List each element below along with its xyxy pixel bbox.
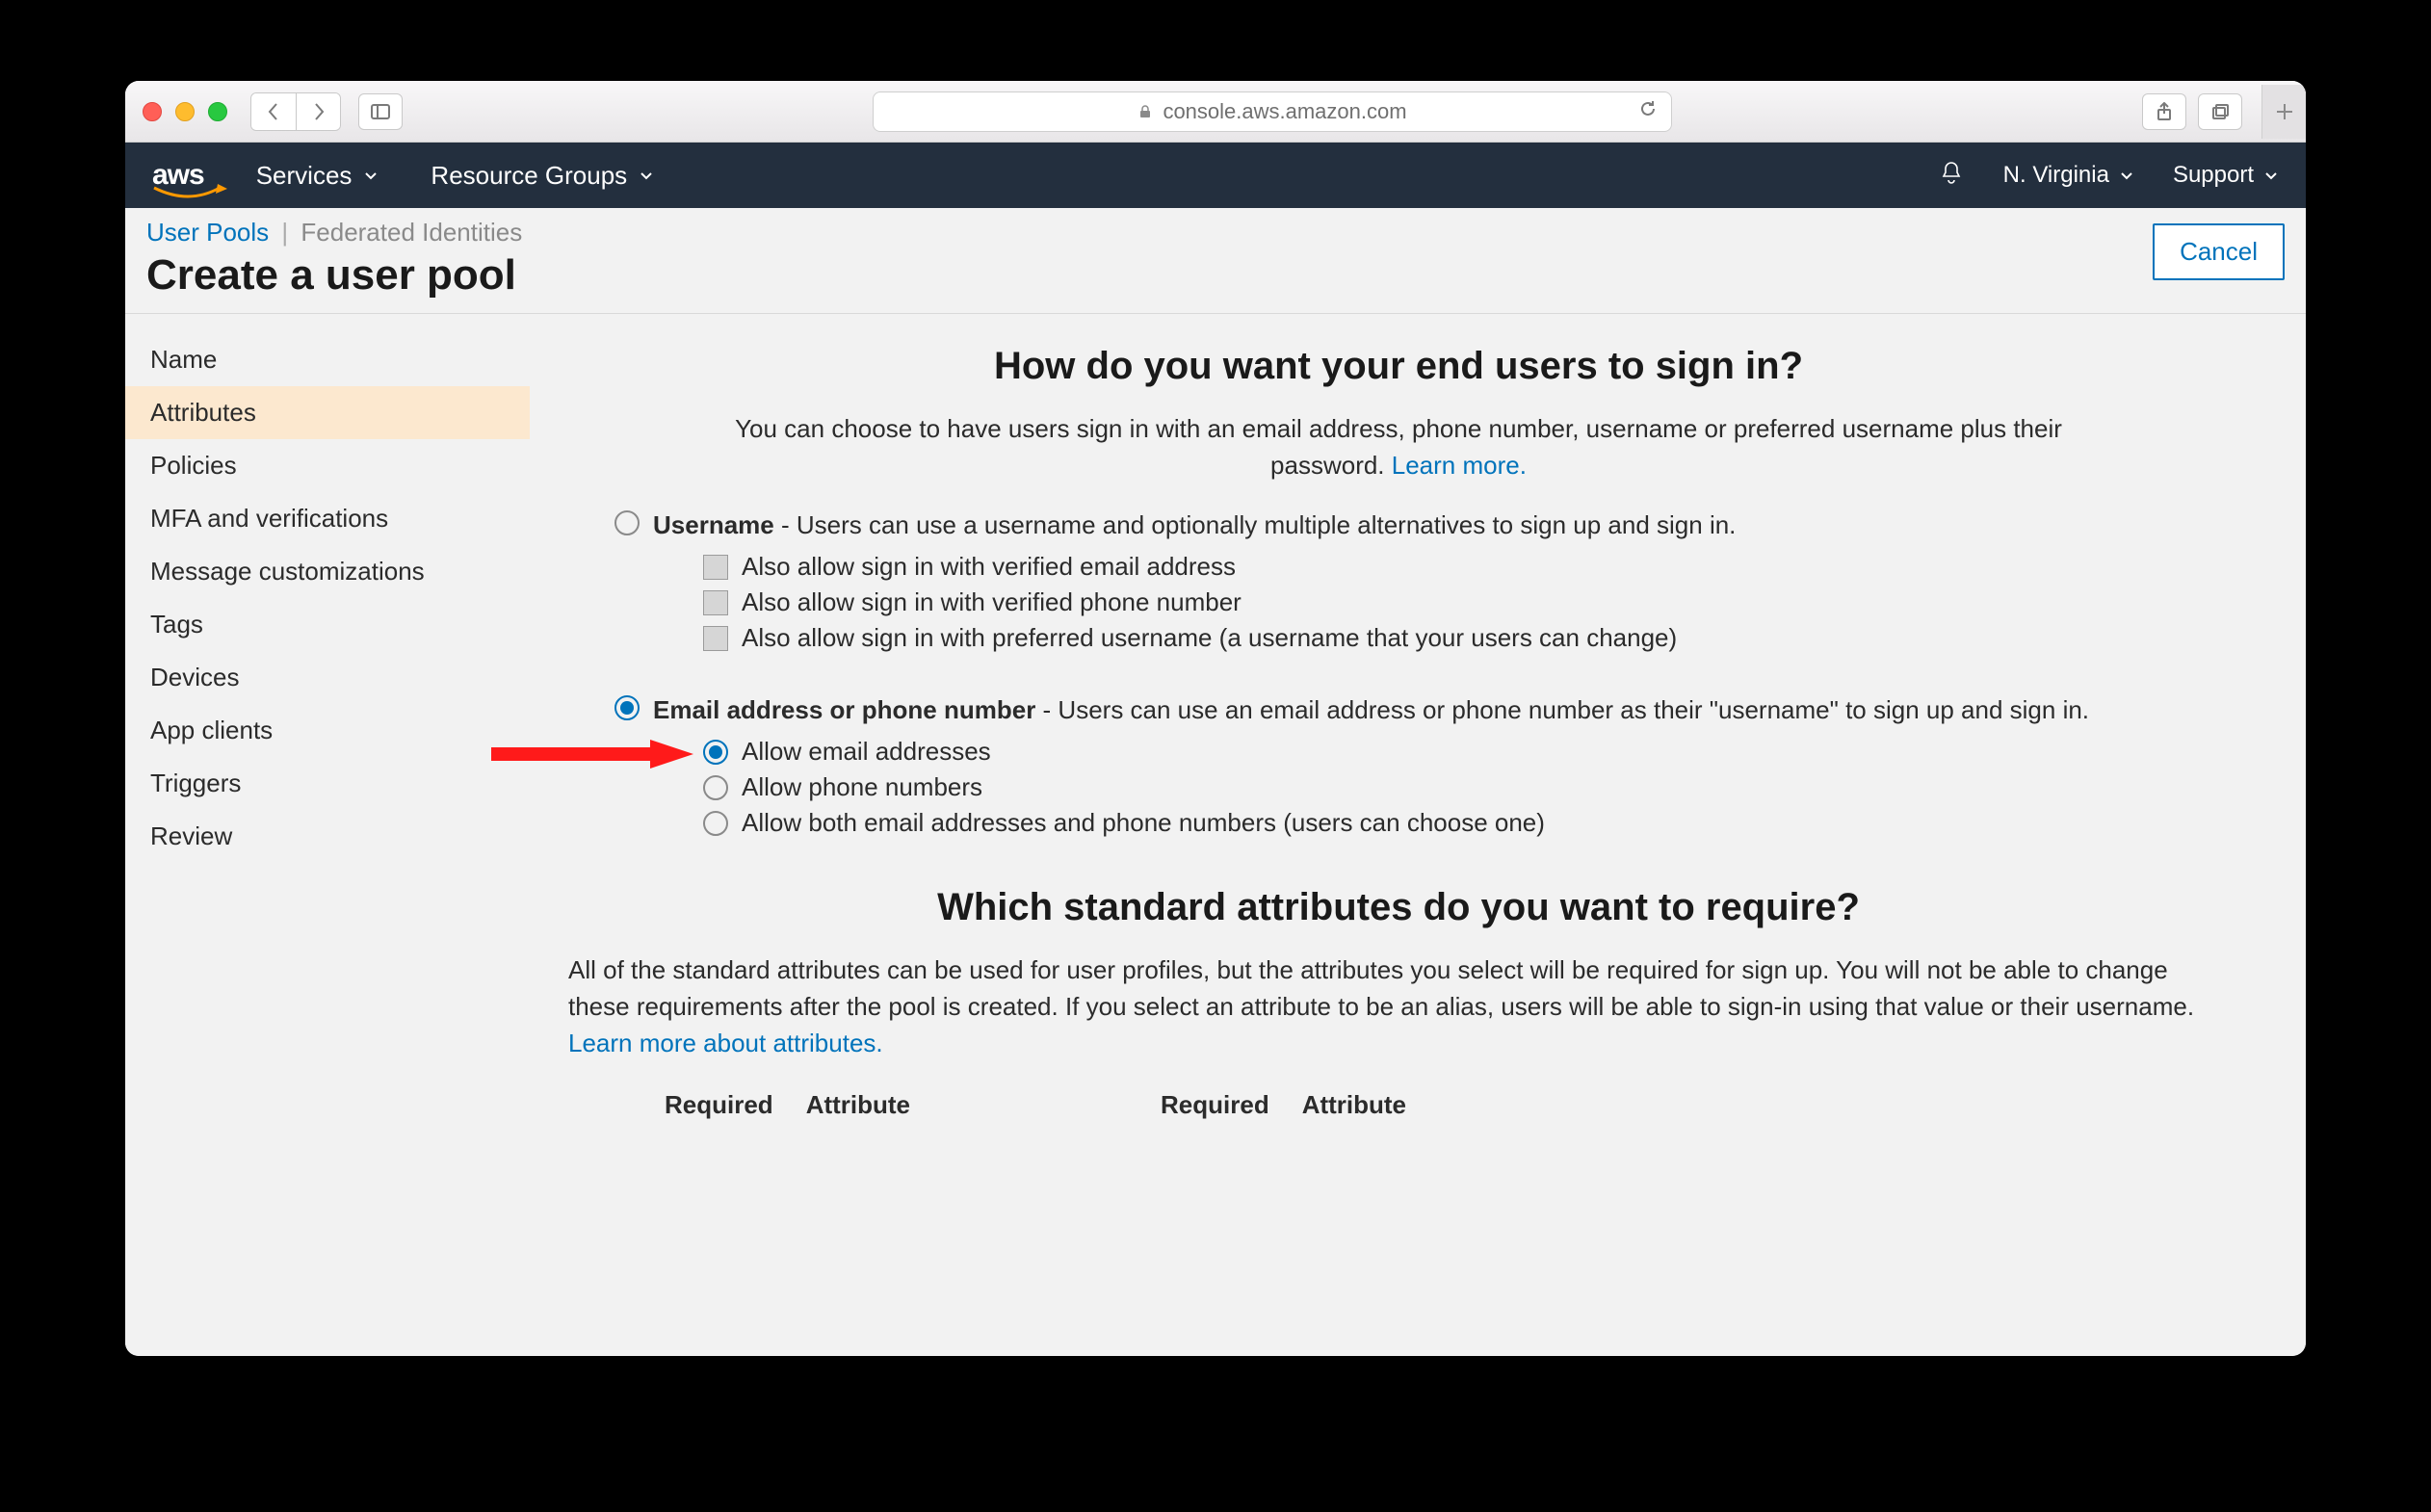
- radio-icon[interactable]: [703, 740, 728, 765]
- radio-option-username[interactable]: Username - Users can use a username and …: [614, 507, 2183, 544]
- nav-region-label: N. Virginia: [2003, 162, 2109, 189]
- sidebar-item-review[interactable]: Review: [125, 810, 530, 863]
- tabs-button[interactable]: [2198, 93, 2242, 130]
- breadcrumb-user-pools[interactable]: User Pools: [146, 218, 269, 247]
- radio-label: Allow phone numbers: [742, 772, 982, 802]
- radio-allow-phone[interactable]: Allow phone numbers: [703, 772, 2183, 802]
- browser-window: console.aws.amazon.com aws Services Reso…: [125, 81, 2306, 1356]
- sidebar-item-devices[interactable]: Devices: [125, 651, 530, 704]
- radio-icon[interactable]: [614, 695, 640, 720]
- mac-toolbar: console.aws.amazon.com: [125, 81, 2306, 143]
- breadcrumb-federated[interactable]: Federated Identities: [301, 218, 522, 247]
- address-bar[interactable]: console.aws.amazon.com: [873, 91, 1672, 132]
- wizard-sidebar: Name Attributes Policies MFA and verific…: [125, 314, 530, 1356]
- aws-top-nav: aws Services Resource Groups N. Virginia…: [125, 143, 2306, 208]
- option-username-bold: Username: [653, 510, 774, 539]
- sidebar-item-mfa[interactable]: MFA and verifications: [125, 492, 530, 545]
- sidebar-item-message[interactable]: Message customizations: [125, 545, 530, 598]
- chevron-down-icon: [639, 168, 654, 183]
- signin-option-email-phone: Email address or phone number - Users ca…: [614, 691, 2183, 838]
- content: Name Attributes Policies MFA and verific…: [125, 314, 2306, 1356]
- cancel-button[interactable]: Cancel: [2153, 223, 2285, 280]
- checkbox-label: Also allow sign in with verified email a…: [742, 552, 1236, 582]
- checkbox-allow-preferred[interactable]: Also allow sign in with preferred userna…: [703, 623, 2183, 653]
- chevron-down-icon: [2119, 168, 2134, 183]
- window-controls: [143, 102, 227, 121]
- sidebar-item-tags[interactable]: Tags: [125, 598, 530, 651]
- email-phone-sub-options: Allow email addresses Allow phone number…: [703, 737, 2183, 838]
- close-window-button[interactable]: [143, 102, 162, 121]
- radio-icon[interactable]: [614, 510, 640, 535]
- checkbox-label: Also allow sign in with verified phone n…: [742, 587, 1242, 617]
- checkbox-allow-email[interactable]: Also allow sign in with verified email a…: [703, 552, 2183, 582]
- nav-services-label: Services: [256, 161, 353, 191]
- notifications-icon[interactable]: [1938, 159, 1965, 193]
- radio-allow-both[interactable]: Allow both email addresses and phone num…: [703, 808, 2183, 838]
- username-sub-options: Also allow sign in with verified email a…: [703, 552, 2183, 653]
- sidebar-item-name[interactable]: Name: [125, 333, 530, 386]
- aws-smile-icon: [152, 184, 227, 201]
- toolbar-right: [2142, 85, 2288, 139]
- section2-heading: Which standard attributes do you want to…: [568, 886, 2229, 929]
- checkbox-icon[interactable]: [703, 626, 728, 651]
- header-row: User Pools | Federated Identities Create…: [125, 208, 2306, 314]
- sidebar-item-policies[interactable]: Policies: [125, 439, 530, 492]
- nav-resource-groups[interactable]: Resource Groups: [431, 161, 654, 191]
- option-emailphone-rest: - Users can use an email address or phon…: [1035, 695, 2089, 724]
- nav-support-label: Support: [2173, 162, 2254, 189]
- option-username-rest: - Users can use a username and optionall…: [774, 510, 1737, 539]
- share-button[interactable]: [2142, 93, 2186, 130]
- breadcrumb-separator: |: [281, 218, 288, 247]
- radio-label: Allow email addresses: [742, 737, 991, 767]
- back-button[interactable]: [251, 93, 296, 130]
- learn-more-attributes-link[interactable]: Learn more about attributes.: [568, 1029, 883, 1057]
- chevron-down-icon: [363, 168, 379, 183]
- radio-label: Allow both email addresses and phone num…: [742, 808, 1545, 838]
- option-emailphone-bold: Email address or phone number: [653, 695, 1035, 724]
- learn-more-link[interactable]: Learn more.: [1392, 451, 1527, 480]
- sidebar-item-attributes[interactable]: Attributes: [125, 386, 530, 439]
- signin-option-username: Username - Users can use a username and …: [614, 507, 2183, 653]
- col-required: Required: [665, 1090, 773, 1120]
- nav-right: N. Virginia Support: [1938, 159, 2279, 193]
- attributes-table-header: Required Attribute Required Attribute: [665, 1090, 2229, 1120]
- checkbox-icon[interactable]: [703, 590, 728, 615]
- col-attribute: Attribute: [806, 1090, 910, 1120]
- radio-option-email-phone[interactable]: Email address or phone number - Users ca…: [614, 691, 2183, 729]
- checkbox-icon[interactable]: [703, 555, 728, 580]
- minimize-window-button[interactable]: [175, 102, 195, 121]
- chevron-down-icon: [2263, 168, 2279, 183]
- radio-allow-email[interactable]: Allow email addresses: [703, 737, 2183, 767]
- nav-region[interactable]: N. Virginia: [2003, 162, 2134, 189]
- fullscreen-window-button[interactable]: [208, 102, 227, 121]
- col-attribute: Attribute: [1302, 1090, 1406, 1120]
- reload-button[interactable]: [1638, 99, 1658, 124]
- col-required: Required: [1161, 1090, 1269, 1120]
- section2-intro: All of the standard attributes can be us…: [568, 952, 2229, 1061]
- section1-intro: You can choose to have users sign in wit…: [705, 411, 2092, 483]
- aws-logo[interactable]: aws: [152, 159, 204, 192]
- main-panel: How do you want your end users to sign i…: [530, 314, 2306, 1356]
- new-tab-button[interactable]: [2261, 85, 2306, 139]
- nav-resource-groups-label: Resource Groups: [431, 161, 627, 191]
- nav-back-forward: [250, 92, 341, 131]
- breadcrumb: User Pools | Federated Identities: [146, 218, 522, 248]
- forward-button[interactable]: [296, 93, 340, 130]
- nav-services[interactable]: Services: [256, 161, 379, 191]
- page-title: Create a user pool: [146, 251, 522, 300]
- radio-icon[interactable]: [703, 811, 728, 836]
- section1-heading: How do you want your end users to sign i…: [568, 345, 2229, 388]
- lock-icon: [1137, 104, 1153, 119]
- section2-intro-text: All of the standard attributes can be us…: [568, 955, 2194, 1021]
- sidebar-item-triggers[interactable]: Triggers: [125, 757, 530, 810]
- radio-icon[interactable]: [703, 775, 728, 800]
- sidebar-item-app-clients[interactable]: App clients: [125, 704, 530, 757]
- show-sidebar-button[interactable]: [358, 93, 403, 130]
- checkbox-allow-phone[interactable]: Also allow sign in with verified phone n…: [703, 587, 2183, 617]
- checkbox-label: Also allow sign in with preferred userna…: [742, 623, 1677, 653]
- nav-support[interactable]: Support: [2173, 162, 2279, 189]
- address-text: console.aws.amazon.com: [1163, 99, 1406, 124]
